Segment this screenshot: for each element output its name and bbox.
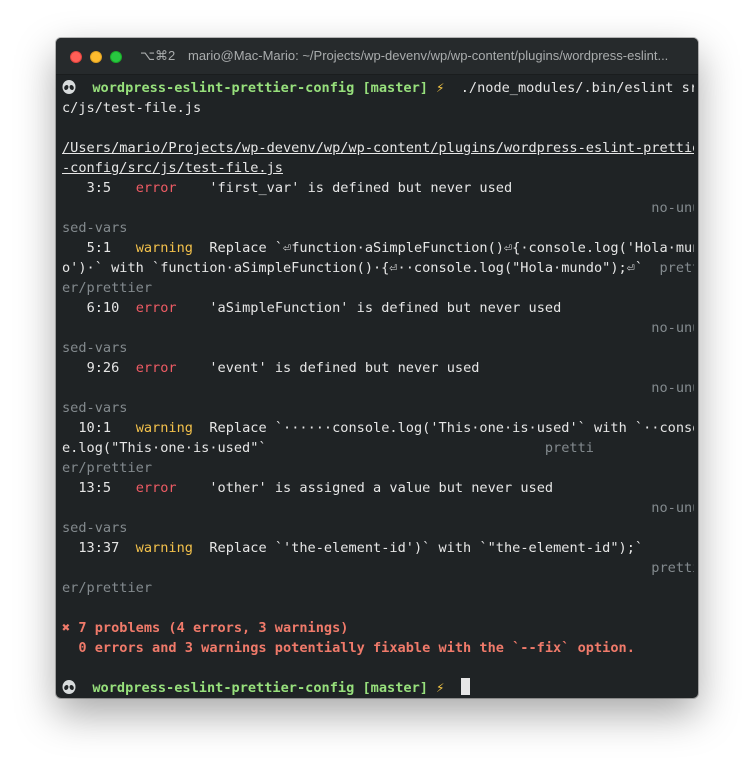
alien-icon — [62, 680, 76, 694]
rule-name: no-unu — [651, 200, 694, 216]
report-file-path[interactable]: /Users/mario/Projects/wp-devenv/wp/wp-co… — [62, 138, 694, 158]
rule-name-cont: er/prettier — [62, 580, 153, 596]
rule-name-cont: sed-vars — [62, 340, 128, 356]
rule-name-cont: sed-vars — [62, 400, 128, 416]
prompt-directory: wordpress-eslint-prettier-config — [92, 680, 355, 696]
summary-problems: ✖ 7 problems (4 errors, 3 warnings) — [62, 620, 349, 636]
lint-message: 13:37 warning Replace `'the-element-id')… — [62, 538, 694, 558]
message-position: 13:5 — [78, 480, 112, 496]
rule-name: no-unu — [651, 500, 694, 516]
message-text: 'aSimpleFunction' is defined but never u… — [209, 300, 562, 316]
message-position: 10:1 — [78, 420, 112, 436]
lightning-bolt-icon: ⚡ — [436, 80, 445, 96]
git-branch: [master] — [362, 680, 428, 696]
message-text: Replace `'the-element-id')` with `"the-e… — [209, 540, 644, 556]
git-branch: [master] — [362, 80, 428, 96]
message-text: 'first_var' is defined but never used — [209, 180, 513, 196]
message-position: 5:1 — [86, 240, 112, 256]
rule-name-cont: er/prettier — [62, 460, 153, 476]
message-position: 13:37 — [78, 540, 120, 556]
message-text: Replace `······console.log('This·one·is·… — [209, 420, 694, 436]
command-text: ./node_modules/.bin/eslint sr — [460, 80, 694, 96]
window-title: mario@Mac-Mario: ~/Projects/wp-devenv/wp… — [188, 48, 669, 63]
lint-message: 9:26 error 'event' is defined but never … — [62, 358, 694, 378]
message-level: warning — [135, 240, 193, 256]
rule-name: pretti — [659, 260, 694, 276]
command-continuation: c/js/test-file.js — [62, 100, 202, 116]
lightning-bolt-icon: ⚡ — [436, 680, 445, 696]
summary-fixable: 0 errors and 3 warnings potentially fixa… — [62, 640, 635, 656]
rule-name: no-unu — [651, 380, 694, 396]
message-text-cont: e.log("This·one·is·used"` — [62, 440, 267, 456]
close-button[interactable] — [70, 51, 82, 63]
message-level: warning — [135, 420, 193, 436]
rule-name-cont: er/prettier — [62, 280, 153, 296]
lint-message: 5:1 warning Replace `⏎function·aSimpleFu… — [62, 238, 694, 258]
lint-message: 13:5 error 'other' is assigned a value b… — [62, 478, 694, 498]
message-level: error — [135, 180, 177, 196]
prompt-directory: wordpress-eslint-prettier-config — [92, 80, 355, 96]
rule-name: no-unu — [651, 320, 694, 336]
window-shortcut: ⌥⌘2 — [140, 48, 176, 63]
message-position: 3:5 — [86, 180, 112, 196]
alien-icon — [62, 80, 76, 94]
message-position: 6:10 — [86, 300, 120, 316]
message-level: warning — [135, 540, 193, 556]
message-text: 'other' is assigned a value but never us… — [209, 480, 554, 496]
lint-message: 6:10 error 'aSimpleFunction' is defined … — [62, 298, 694, 318]
message-text-cont: o')·` with `function·aSimpleFunction()·{… — [62, 260, 644, 276]
report-file-path-cont[interactable]: -config/src/js/test-file.js — [62, 158, 694, 178]
lint-message: 3:5 error 'first_var' is defined but nev… — [62, 178, 694, 198]
rule-name-cont: sed-vars — [62, 220, 128, 236]
message-position: 9:26 — [86, 360, 120, 376]
prompt-line: wordpress-eslint-prettier-config [master… — [62, 78, 694, 98]
message-level: error — [135, 480, 177, 496]
message-level: error — [135, 300, 177, 316]
lint-message: 10:1 warning Replace `······console.log(… — [62, 418, 694, 438]
text-cursor[interactable] — [460, 678, 470, 695]
terminal-window: ⌥⌘2 mario@Mac-Mario: ~/Projects/wp-deven… — [56, 38, 698, 698]
prompt-line[interactable]: wordpress-eslint-prettier-config [master… — [62, 678, 694, 698]
message-text: 'event' is defined but never used — [209, 360, 480, 376]
rule-name: pretti — [544, 440, 594, 456]
minimize-button[interactable] — [90, 51, 102, 63]
rule-name-cont: sed-vars — [62, 520, 128, 536]
message-text: Replace `⏎function·aSimpleFunction()⏎{·c… — [209, 240, 694, 256]
rule-name: pretti — [651, 560, 694, 576]
zoom-button[interactable] — [110, 51, 122, 63]
terminal-output[interactable]: wordpress-eslint-prettier-config [master… — [62, 78, 694, 698]
message-level: error — [135, 360, 177, 376]
title-bar: ⌥⌘2 mario@Mac-Mario: ~/Projects/wp-deven… — [56, 38, 698, 75]
